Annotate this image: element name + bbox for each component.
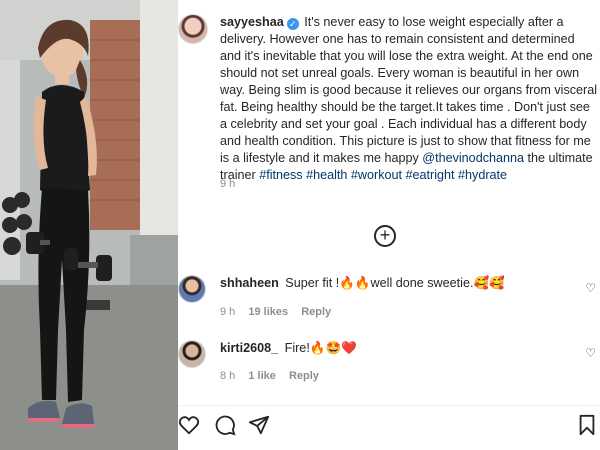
comment-body: shhaheen Super fit !🔥🔥well done sweetie.… xyxy=(220,275,560,292)
hashtag-links[interactable]: #fitness #health #workout #eatright #hyd… xyxy=(259,168,507,182)
comment-username[interactable]: shhaheen xyxy=(220,276,279,290)
comment-like-heart-icon[interactable]: ♡ xyxy=(585,346,596,360)
reply-button[interactable]: Reply xyxy=(289,370,319,382)
comment-text: Fire!🔥🤩❤️ xyxy=(284,341,357,355)
post-details-panel: sayyeshaa ✓ It's never easy to lose weigh… xyxy=(178,0,600,450)
comment-username[interactable]: kirti2608_ xyxy=(220,341,278,355)
reply-button[interactable]: Reply xyxy=(301,306,331,318)
share-icon[interactable] xyxy=(248,414,270,436)
caption-timestamp: 9 h xyxy=(220,178,236,190)
bookmark-icon[interactable] xyxy=(576,414,598,436)
author-avatar[interactable] xyxy=(178,14,208,44)
comment-text: Super fit !🔥🔥well done sweetie.🥰🥰 xyxy=(285,276,505,290)
author-username[interactable]: sayyeshaa xyxy=(220,15,284,29)
comment-time: 8 h xyxy=(220,370,236,382)
verified-badge-icon: ✓ xyxy=(286,18,299,30)
comment-meta: 8 h 1 like Reply xyxy=(220,370,329,382)
comment-likes[interactable]: 19 likes xyxy=(248,306,288,318)
post-photo xyxy=(0,0,178,450)
plus-circle-icon[interactable]: + xyxy=(374,225,396,247)
post-action-bar xyxy=(178,405,600,439)
caption-body: It's never easy to lose weight especiall… xyxy=(220,15,598,165)
caption-text: sayyeshaa ✓ It's never easy to lose weigh… xyxy=(220,14,598,184)
commenter-avatar[interactable] xyxy=(178,275,206,303)
comment-body: kirti2608_ Fire!🔥🤩❤️ xyxy=(220,340,560,357)
comment-time: 9 h xyxy=(220,306,236,318)
comment-likes[interactable]: 1 like xyxy=(248,370,276,382)
heart-icon[interactable] xyxy=(178,414,200,436)
comment-meta: 9 h 19 likes Reply xyxy=(220,306,341,318)
mention-link[interactable]: @thevinodchanna xyxy=(422,151,524,165)
comment-icon[interactable] xyxy=(214,414,236,436)
comment-like-heart-icon[interactable]: ♡ xyxy=(585,281,596,295)
commenter-avatar[interactable] xyxy=(178,340,206,368)
